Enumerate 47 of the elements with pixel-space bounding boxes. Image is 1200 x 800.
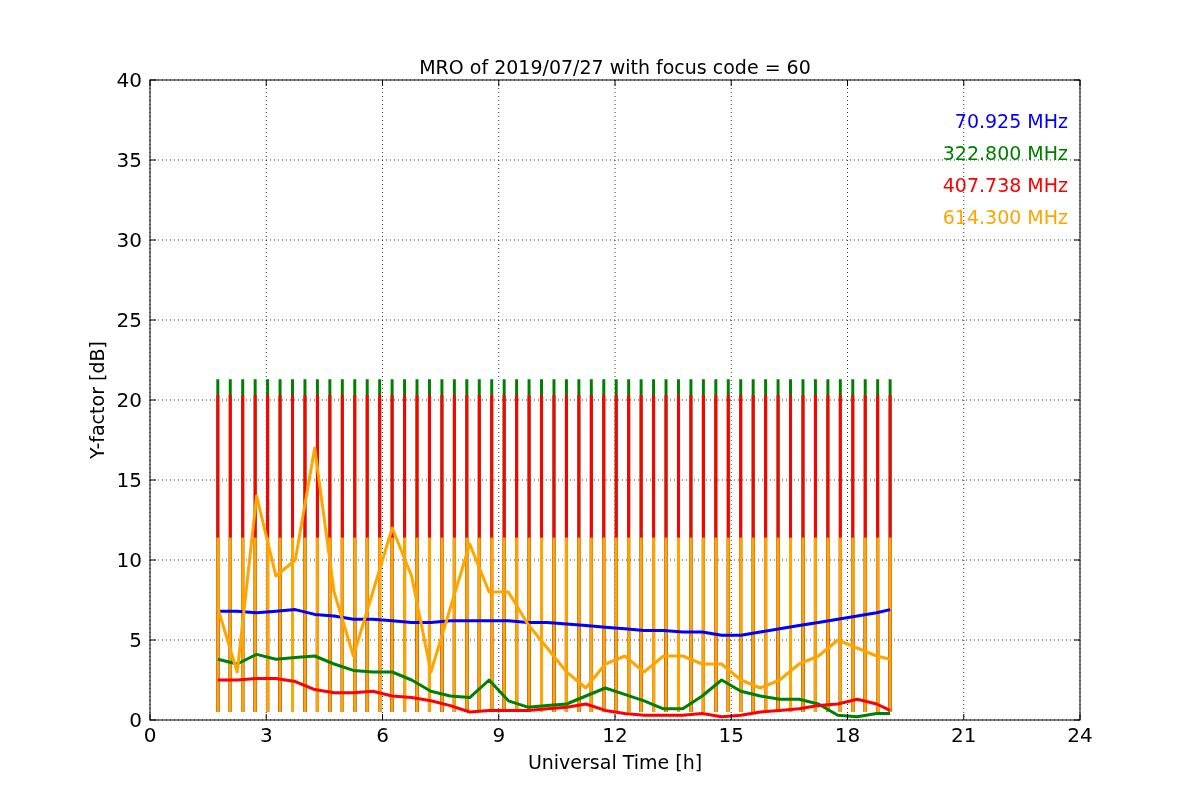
legend-label: 322.800 MHz <box>942 142 1068 164</box>
tick-mark <box>1073 559 1081 561</box>
tick-label: 5 <box>129 628 142 652</box>
tick-label: 10 <box>116 548 142 572</box>
tick-label: 0 <box>129 708 142 732</box>
tick-mark <box>149 159 157 161</box>
tick-mark <box>265 79 267 87</box>
tick-mark <box>730 79 732 87</box>
tick-label: 40 <box>116 68 142 92</box>
tick-mark <box>614 79 616 87</box>
tick-mark <box>1073 399 1081 401</box>
tick-label: 25 <box>116 308 142 332</box>
tick-mark <box>1073 319 1081 321</box>
tick-label: 30 <box>116 228 142 252</box>
tick-mark <box>1073 159 1081 161</box>
tick-mark <box>963 79 965 87</box>
tick-mark <box>382 79 383 87</box>
tick-label: 6 <box>376 723 389 747</box>
chart-title: MRO of 2019/07/27 with focus code = 60 <box>419 56 811 78</box>
tick-label: 20 <box>116 388 142 412</box>
tick-label: 35 <box>116 148 142 172</box>
tick-label: 24 <box>1067 723 1093 747</box>
tick-label: 15 <box>718 723 744 747</box>
tick-mark <box>149 399 157 401</box>
tick-mark <box>149 239 157 241</box>
tick-mark <box>149 479 157 481</box>
tick-mark <box>847 79 848 87</box>
tick-label: 18 <box>834 723 861 747</box>
tick-mark <box>149 559 157 561</box>
tick-label: 9 <box>492 723 506 747</box>
legend-label: 407.738 MHz <box>942 174 1068 196</box>
tick-label: 12 <box>602 723 628 747</box>
tick-mark <box>1073 479 1081 481</box>
tick-label: 0 <box>143 723 157 747</box>
tick-mark <box>149 639 157 641</box>
tick-label: 3 <box>259 723 273 747</box>
tick-mark <box>1073 239 1081 241</box>
tick-mark <box>149 319 157 321</box>
tick-mark <box>1073 639 1081 641</box>
tick-label: 21 <box>951 723 977 747</box>
axis-label: Y-factor [dB] <box>86 341 108 459</box>
tick-label: 15 <box>116 468 142 492</box>
legend-label: 614.300 MHz <box>942 206 1068 228</box>
legend-label: 70.925 MHz <box>954 110 1068 132</box>
tick-mark <box>498 79 500 87</box>
tick-mark <box>614 713 616 721</box>
axis-label: Universal Time [h] <box>527 751 703 773</box>
